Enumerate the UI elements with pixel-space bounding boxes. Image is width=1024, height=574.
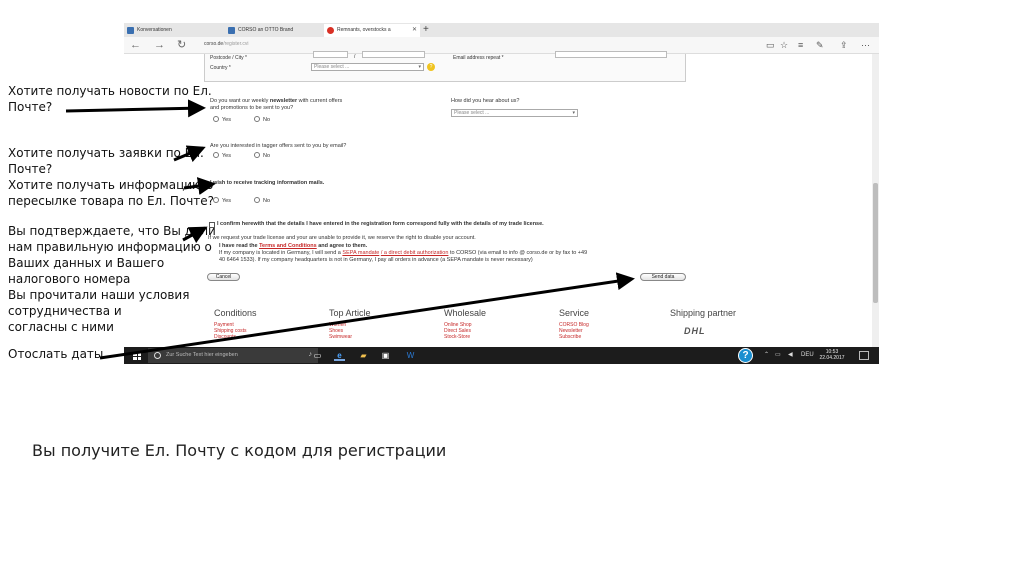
new-tab-button[interactable]: + bbox=[423, 23, 429, 36]
hear-about-question: How did you hear about us? bbox=[451, 98, 520, 104]
send-data-button[interactable]: Send data bbox=[640, 273, 686, 281]
hub-menu-icon[interactable]: ≡ bbox=[798, 38, 803, 52]
windows-start-icon[interactable] bbox=[133, 352, 141, 360]
mail-icon bbox=[228, 27, 235, 34]
close-tab-icon[interactable]: ✕ bbox=[412, 24, 417, 37]
forward-arrow-icon[interactable]: → bbox=[154, 38, 165, 52]
tab-konversationen[interactable]: Konversationen bbox=[124, 24, 224, 37]
email-repeat-label: Email address repeat * bbox=[453, 55, 504, 61]
confirm-text: I confirm herewith that the details I ha… bbox=[217, 221, 544, 227]
postcode-label: Postcode / City * bbox=[210, 55, 247, 61]
refresh-icon[interactable]: ↻ bbox=[177, 38, 186, 52]
sepa-link[interactable]: SEPA mandate bbox=[342, 250, 379, 256]
sepa-line-2: 40 6464 1533). If my company headquarter… bbox=[219, 257, 533, 263]
address-fieldset: / Postcode / City * Email address repeat… bbox=[204, 51, 686, 82]
page-footer: Conditions Payment Shipping costs Discou… bbox=[208, 308, 848, 348]
postcode-separator: / bbox=[354, 54, 356, 60]
tracking-yes-radio[interactable]: Yes bbox=[213, 197, 231, 205]
mail-icon bbox=[127, 27, 134, 34]
network-icon[interactable]: ▭ bbox=[775, 349, 781, 362]
edge-browser-icon[interactable]: e bbox=[334, 350, 345, 361]
address-bar[interactable]: corso.de/register.cvi bbox=[204, 41, 248, 47]
debit-link[interactable]: / a direct debit authorization bbox=[381, 250, 449, 256]
footer-heading: Service bbox=[559, 308, 590, 318]
hear-about-select[interactable]: Please select ... ▾ bbox=[451, 109, 578, 117]
task-view-icon[interactable]: ▭ bbox=[312, 350, 323, 361]
word-icon[interactable]: W bbox=[405, 350, 416, 361]
email-repeat-input[interactable] bbox=[555, 51, 667, 58]
language-indicator[interactable]: DEU bbox=[801, 349, 814, 362]
action-center-icon[interactable] bbox=[859, 351, 869, 360]
tracking-no-radio[interactable]: No bbox=[254, 197, 270, 205]
chevron-down-icon: ▾ bbox=[572, 110, 575, 116]
notes-icon[interactable]: ✎ bbox=[816, 38, 824, 52]
registration-page: / Postcode / City * Email address repeat… bbox=[124, 51, 872, 347]
tracking-question: I wish to receive tracking information m… bbox=[210, 180, 325, 186]
postcode-input[interactable] bbox=[313, 51, 348, 58]
more-menu-icon[interactable]: ⋯ bbox=[861, 38, 870, 52]
browser-screenshot: Konversationen CORSO an OTTO Brand Remna… bbox=[124, 23, 879, 364]
store-icon[interactable]: ▣ bbox=[380, 350, 391, 361]
cortana-icon bbox=[154, 352, 161, 359]
back-arrow-icon[interactable]: ← bbox=[130, 38, 141, 52]
taskbar-search-box[interactable]: Zur Suche Text hier eingeben ♪ bbox=[148, 348, 318, 363]
terms-link[interactable]: Terms and Conditions bbox=[259, 243, 317, 249]
site-favicon-icon bbox=[327, 27, 334, 34]
tab-remnants[interactable]: Remnants, overstocks a ✕ bbox=[324, 24, 420, 37]
info-icon[interactable]: ? bbox=[427, 63, 435, 71]
tab-corso-otto[interactable]: CORSO an OTTO Brand bbox=[225, 24, 323, 37]
tray-chevron-icon[interactable]: ⌃ bbox=[764, 349, 769, 362]
tab-bar: Konversationen CORSO an OTTO Brand Remna… bbox=[124, 23, 879, 37]
annotation-confirm: Вы подтверждаете, что Вы дали нам правил… bbox=[8, 224, 216, 334]
footer-link[interactable]: Discounts bbox=[214, 334, 236, 340]
annotation-tagger: Хотите получать заявки по Ел. Почте? bbox=[8, 146, 204, 176]
footer-link[interactable]: Swimwear bbox=[329, 334, 352, 340]
annotation-tracking: Хотите получать информацию о пересылке т… bbox=[8, 178, 215, 208]
volume-icon[interactable]: ◀ bbox=[788, 349, 793, 362]
footer-heading: Wholesale bbox=[444, 308, 487, 318]
footer-heading: Shipping partner bbox=[670, 308, 737, 318]
reading-view-icon[interactable]: ▭ bbox=[766, 38, 775, 52]
footer-heading: Conditions bbox=[214, 308, 257, 318]
favorite-star-icon[interactable]: ☆ bbox=[780, 38, 788, 52]
tagger-no-radio[interactable]: No bbox=[254, 152, 270, 160]
help-icon[interactable]: ? bbox=[738, 348, 753, 363]
license-note: If we request your trade license and you… bbox=[208, 235, 476, 241]
country-label: Country * bbox=[210, 65, 231, 71]
tagger-yes-radio[interactable]: Yes bbox=[213, 152, 231, 160]
newsletter-no-radio[interactable]: No bbox=[254, 116, 270, 124]
dhl-logo[interactable]: DHL bbox=[684, 326, 706, 336]
annotation-newsletter: Хотите получать новости по Ел. Почте? bbox=[8, 84, 212, 114]
scrollbar-thumb[interactable] bbox=[873, 183, 878, 303]
annotation-send: Отослать даты bbox=[8, 347, 104, 361]
tagger-question: Are you interested in tagger offers sent… bbox=[210, 143, 347, 149]
sepa-line-1: If my company is located in Germany, I w… bbox=[219, 250, 588, 256]
country-select[interactable]: Please select ... ▾ bbox=[311, 63, 424, 71]
city-input[interactable] bbox=[362, 51, 425, 58]
newsletter-question: Do you want our weekly newsletter with c… bbox=[210, 98, 343, 111]
file-explorer-icon[interactable]: ▰ bbox=[358, 350, 369, 361]
navigation-bar: ← → ↻ corso.de/register.cvi ▭ ☆ ≡ ✎ ⇪ ⋯ bbox=[124, 37, 879, 54]
footer-link[interactable]: Subscribe bbox=[559, 334, 581, 340]
taskbar-clock[interactable]: 10:53 22.04.2017 bbox=[817, 349, 847, 361]
newsletter-yes-radio[interactable]: Yes bbox=[213, 116, 231, 124]
share-icon[interactable]: ⇪ bbox=[840, 38, 848, 52]
chevron-down-icon: ▾ bbox=[418, 64, 421, 70]
footer-heading: Top Article bbox=[329, 308, 371, 318]
annotation-bottom: Вы получите Ел. Почту с кодом для регист… bbox=[32, 441, 447, 460]
windows-taskbar: Zur Suche Text hier eingeben ♪ ▭ e ▰ ▣ W… bbox=[124, 347, 879, 364]
terms-line: I have read the Terms and Conditions and… bbox=[219, 243, 368, 249]
footer-link[interactable]: Stock-Store bbox=[444, 334, 470, 340]
